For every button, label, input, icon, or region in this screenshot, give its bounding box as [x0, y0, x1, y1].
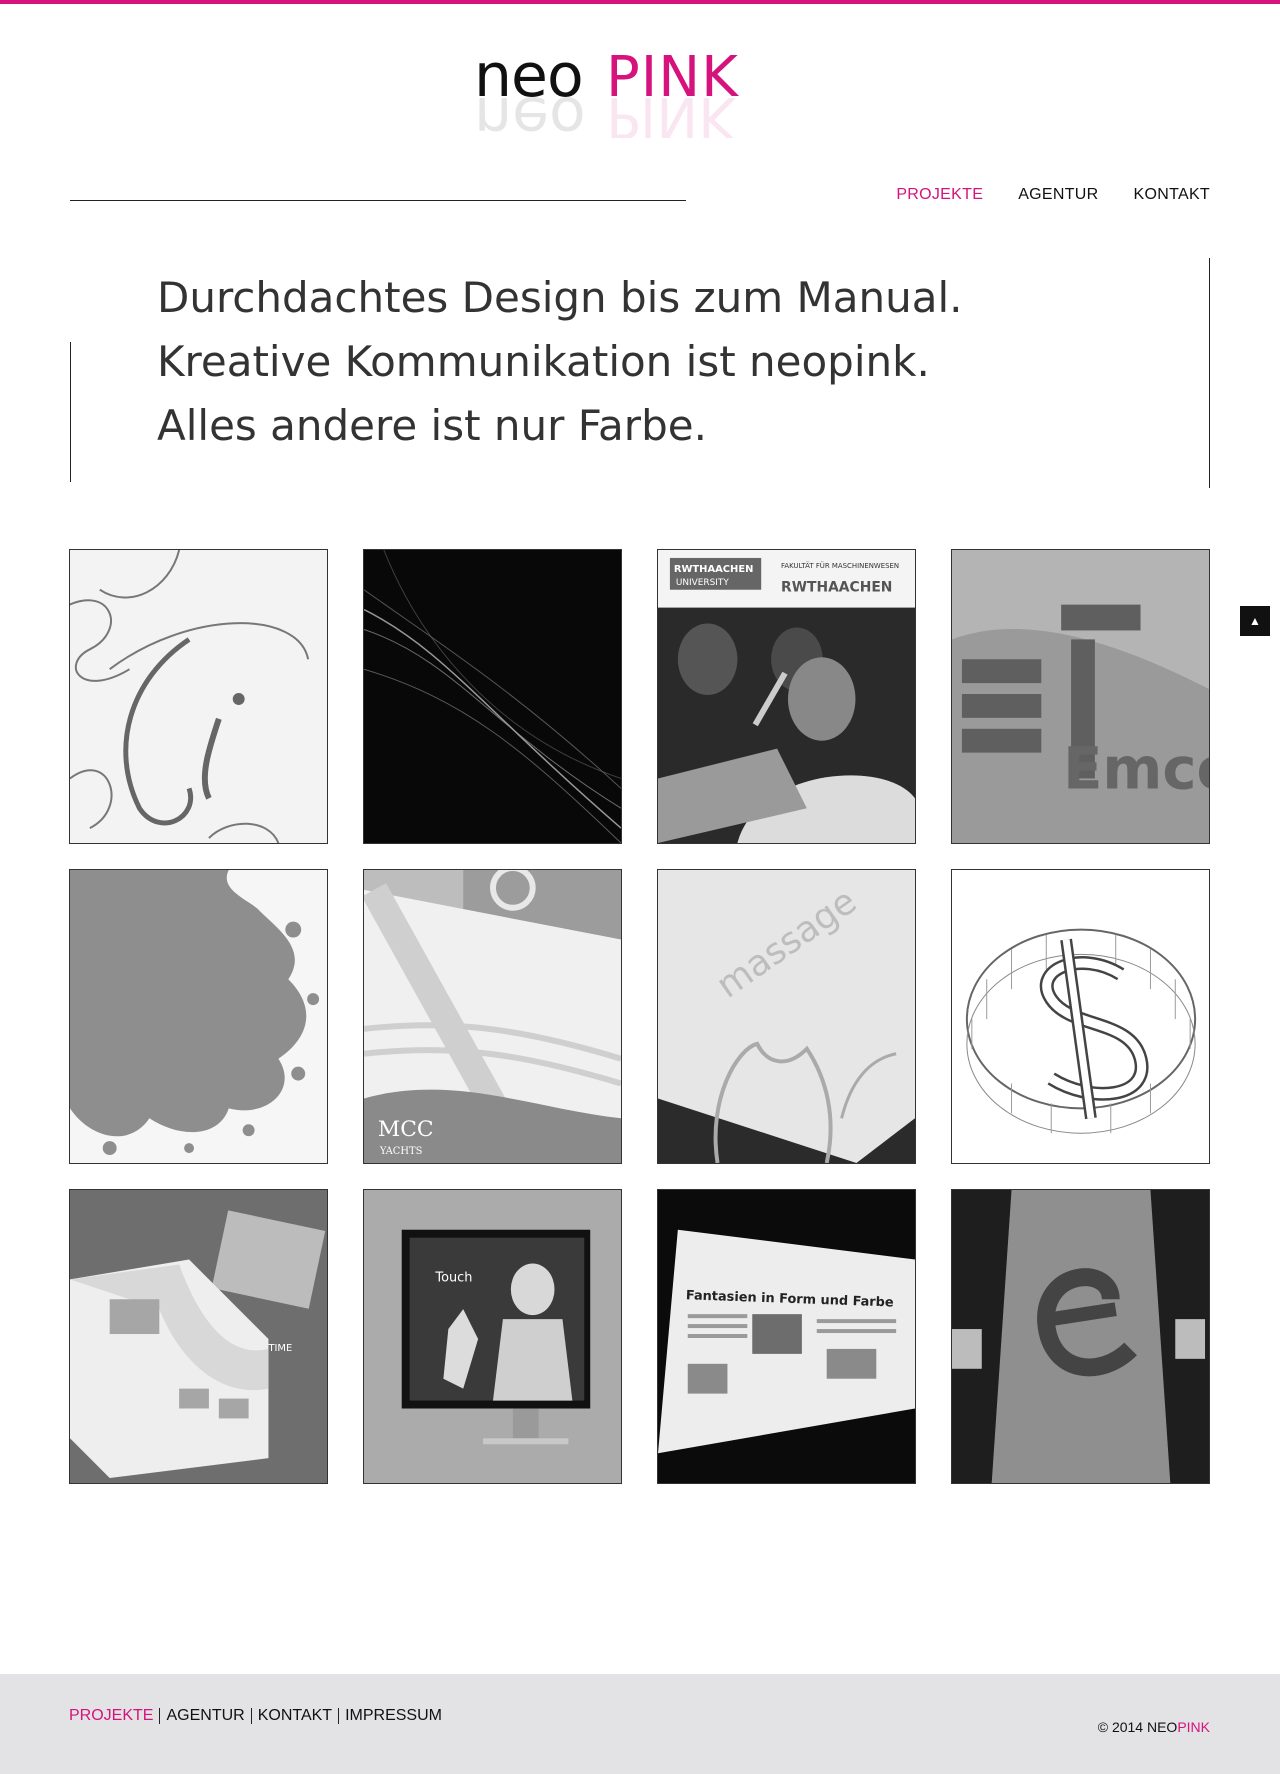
quote-right-rule [1209, 258, 1210, 488]
emco-sign-image: Emco [952, 550, 1209, 843]
logo-reflection-pink: PINK [606, 84, 736, 138]
abstract-lines-image [364, 550, 621, 843]
project-tile-splash[interactable] [69, 869, 328, 1164]
logo-reflection-neo: neo [474, 83, 586, 138]
header-divider [70, 200, 686, 201]
project-tile-magazine[interactable]: TIME [69, 1189, 328, 1484]
project-tile-massage[interactable]: massage [657, 869, 916, 1164]
nav-agentur[interactable]: AGENTUR [1018, 186, 1098, 204]
dollar-gear-image [952, 870, 1209, 1163]
article-display-image: Fantasien in Form und Farbe [658, 1190, 915, 1483]
magazine-time-text: TIME [267, 1343, 292, 1354]
rwth-logo-left: RWTHAACHEN [674, 564, 754, 575]
rwth-faculty: FAKULTÄT FÜR MASCHINENWESEN [781, 561, 899, 570]
arrow-up-icon: ▲ [1249, 614, 1261, 628]
emco-text: Emco [1063, 735, 1209, 802]
nav-kontakt[interactable]: KONTAKT [1134, 186, 1210, 204]
mcc-logo-sub: YACHTS [379, 1146, 423, 1157]
mcc-logo-text: MCC [378, 1117, 434, 1142]
tagline-line-1: Durchdachtes Design bis zum Manual. [157, 273, 963, 322]
copyright-pink: PINK [1177, 1719, 1210, 1735]
mcc-yachts-image: MCC YACHTS [364, 870, 621, 1163]
touch-text: Touch [434, 1270, 472, 1285]
project-tile-calligraphy[interactable] [69, 549, 328, 844]
footer-nav-projekte[interactable]: PROJEKTE [69, 1708, 159, 1724]
touch-monitor-image: Touch [364, 1190, 621, 1483]
project-tile-article[interactable]: Fantasien in Form und Farbe [657, 1189, 916, 1484]
rwth-logo-right: RWTHAACHEN [781, 580, 892, 596]
project-tile-touch[interactable]: Touch [363, 1189, 622, 1484]
copyright: © 2014 NEOPINK [1098, 1719, 1210, 1735]
neopink-logo[interactable]: neo PINK neo PINK [474, 38, 810, 138]
project-tile-emco[interactable]: Emco [951, 549, 1210, 844]
quote-left-rule [70, 342, 71, 482]
chest-logo-image [952, 1190, 1209, 1483]
footer-nav-impressum[interactable]: IMPRESSUM [338, 1708, 448, 1724]
copyright-prefix: © 2014 NEO [1097, 1719, 1178, 1735]
nav-projekte[interactable]: PROJEKTE [896, 186, 983, 204]
project-grid: RWTHAACHEN UNIVERSITY FAKULTÄT FÜR MASCH… [69, 549, 1210, 1484]
back-to-top-button[interactable]: ▲ [1240, 606, 1270, 636]
footer-nav: PROJEKTE AGENTUR KONTAKT IMPRESSUM [69, 1708, 448, 1724]
magazine-image: TIME [70, 1190, 327, 1483]
footer-nav-kontakt[interactable]: KONTAKT [250, 1708, 338, 1724]
project-tile-chest-logo[interactable] [951, 1189, 1210, 1484]
main-nav: PROJEKTE AGENTUR KONTAKT [896, 186, 1210, 204]
top-accent-bar [0, 0, 1280, 4]
footer-nav-agentur[interactable]: AGENTUR [159, 1708, 250, 1724]
tagline-line-2: Kreative Kommunikation ist neopink. [157, 337, 930, 386]
rwth-logo-left-sub: UNIVERSITY [676, 578, 729, 588]
project-tile-mcc[interactable]: MCC YACHTS [363, 869, 622, 1164]
splash-image [70, 870, 327, 1163]
project-tile-abstract[interactable] [363, 549, 622, 844]
tagline-line-3: Alles andere ist nur Farbe. [157, 401, 707, 450]
project-tile-rwth[interactable]: RWTHAACHEN UNIVERSITY FAKULTÄT FÜR MASCH… [657, 549, 916, 844]
calligraphy-image [70, 550, 327, 843]
footer: PROJEKTE AGENTUR KONTAKT IMPRESSUM © 201… [0, 1674, 1280, 1774]
massage-card-image: massage [658, 870, 915, 1163]
tagline: Durchdachtes Design bis zum Manual. Krea… [157, 266, 1117, 458]
rwth-poster-image: RWTHAACHEN UNIVERSITY FAKULTÄT FÜR MASCH… [658, 550, 915, 843]
project-tile-dollar-gear[interactable] [951, 869, 1210, 1164]
